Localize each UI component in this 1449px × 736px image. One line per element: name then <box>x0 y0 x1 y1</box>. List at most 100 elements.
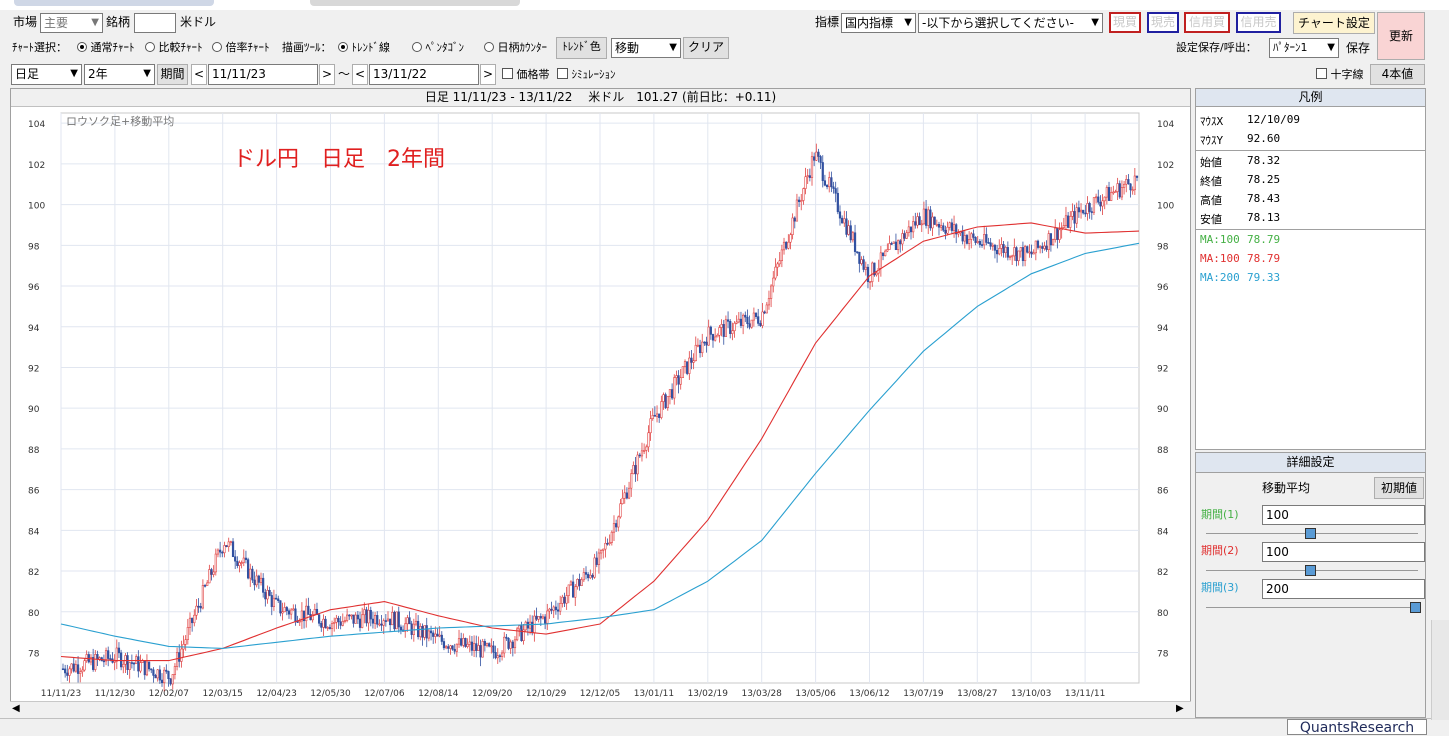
candle-body <box>847 225 850 235</box>
candle-body <box>920 223 923 226</box>
price-band-checkbox[interactable]: 価格帯 <box>502 67 550 83</box>
candle-body <box>671 389 674 399</box>
candle-body <box>188 617 192 628</box>
radio-icon <box>212 42 222 52</box>
window-vertical-scrollbar[interactable] <box>1431 620 1449 720</box>
period3-slider[interactable] <box>1206 607 1418 608</box>
date-from-prev-button[interactable]: < <box>191 64 207 85</box>
save-button[interactable]: 保存 <box>1346 40 1370 56</box>
brand-label: 銘柄 <box>106 15 131 29</box>
radio-ratio-chart[interactable]: 倍率ﾁｬｰﾄ <box>212 40 270 56</box>
period-type-select[interactable]: 日足 ▼ <box>11 64 82 85</box>
period2-input[interactable]: 100 <box>1262 542 1425 562</box>
chart-settings-button[interactable]: チャート設定 <box>1293 12 1375 34</box>
date-to-next-button[interactable]: > <box>480 64 496 85</box>
radio-icon <box>412 42 422 52</box>
trend-color-button[interactable]: ﾄﾚﾝﾄﾞ色 <box>556 37 607 59</box>
radio-day-counter[interactable]: 日柄ｶｳﾝﾀｰ <box>484 40 547 56</box>
candle-body <box>348 614 351 617</box>
brand-code-input[interactable] <box>134 13 176 33</box>
date-from-input[interactable]: 11/11/23 <box>208 64 318 85</box>
candle-body <box>1084 212 1087 215</box>
pattern-select[interactable]: ﾊﾟﾀｰﾝ1 ▼ <box>1269 38 1339 58</box>
period2-slider-handle[interactable] <box>1305 565 1316 576</box>
chart-horizontal-scrollbar[interactable]: ◀ ▶ <box>10 701 1191 718</box>
candle-body <box>662 394 665 402</box>
candle-body <box>759 323 762 326</box>
margin-buy-button[interactable]: 信用買 <box>1184 12 1230 33</box>
candle-body <box>268 589 271 596</box>
move-select[interactable]: 移動 ▼ <box>611 38 681 58</box>
legend-title: 凡例 <box>1196 89 1425 107</box>
candle-body <box>838 211 842 219</box>
date-to-input[interactable]: 13/11/22 <box>369 64 479 85</box>
indicator-select[interactable]: -以下から選択してください- ▼ <box>918 13 1103 33</box>
date-to-prev-button[interactable]: < <box>352 64 368 85</box>
candle-body <box>830 177 833 188</box>
candle-body <box>1039 246 1042 248</box>
simulation-checkbox[interactable]: ｼﾐｭﾚｰｼｮﾝ <box>557 67 616 83</box>
radio-normal-chart[interactable]: 通常ﾁｬｰﾄ <box>77 40 135 56</box>
scroll-right-icon[interactable]: ▶ <box>1176 703 1184 714</box>
candle-body <box>985 234 988 243</box>
candle-body <box>615 523 618 528</box>
candle-body <box>281 611 284 614</box>
candle-body <box>1097 196 1100 203</box>
candle-body <box>184 639 187 645</box>
candle-body <box>864 266 867 270</box>
candle-body <box>358 618 362 628</box>
candle-body <box>132 662 136 665</box>
period3-slider-handle[interactable] <box>1410 602 1421 613</box>
candle-body <box>808 175 811 178</box>
candle-body <box>957 232 960 235</box>
candle-body <box>731 330 734 334</box>
update-button[interactable]: 更新 <box>1377 12 1425 60</box>
scroll-left-icon[interactable]: ◀ <box>12 703 20 714</box>
candle-body <box>617 516 620 528</box>
candle-body <box>240 562 243 564</box>
crosshair-checkbox[interactable]: 十字線 <box>1316 67 1364 83</box>
candle-body <box>479 645 482 658</box>
period3-input[interactable]: 200 <box>1262 579 1425 599</box>
spot-sell-button[interactable]: 現売 <box>1147 12 1179 33</box>
market-select[interactable]: 主要 ▼ <box>40 13 103 33</box>
candle-body <box>698 344 702 354</box>
candle-body <box>716 334 719 338</box>
candle-body <box>677 375 680 385</box>
candle-body <box>76 664 80 674</box>
radio-pentagon[interactable]: ﾍﾟﾝﾀｺﾞﾝ <box>412 40 464 56</box>
candle-body <box>987 242 990 244</box>
candle-body <box>587 574 590 579</box>
four-values-button[interactable]: 4本値 <box>1370 64 1425 85</box>
reset-defaults-button[interactable]: 初期値 <box>1374 477 1424 499</box>
radio-compare-chart[interactable]: 比較ﾁｬｰﾄ <box>145 40 203 56</box>
date-from-next-button[interactable]: > <box>319 64 335 85</box>
candle-body <box>397 611 400 628</box>
candle-body <box>257 575 260 583</box>
candle-body <box>160 679 164 684</box>
span-select[interactable]: 2年 ▼ <box>84 64 155 85</box>
y-tick-label-left: 86 <box>28 487 40 497</box>
margin-sell-button[interactable]: 信用売 <box>1236 12 1281 33</box>
clear-button[interactable]: クリア <box>683 37 729 59</box>
candle-body <box>754 312 758 317</box>
candle-body <box>294 608 297 622</box>
candle-body <box>496 655 499 659</box>
candle-body <box>782 241 786 251</box>
candle-body <box>115 647 118 662</box>
period1-slider-handle[interactable] <box>1305 528 1316 539</box>
candle-body <box>389 618 392 626</box>
price-chart[interactable]: 104 104 102 102 100 100 98 98 96 96 94 94 92 92 90 90 88… <box>11 108 1190 701</box>
candle-body <box>505 636 508 639</box>
period1-input[interactable]: 100 <box>1262 505 1425 525</box>
candle-body <box>421 626 424 638</box>
chart-inner-label: ロウソク足+移動平均 <box>66 114 174 128</box>
candle-body <box>460 638 463 646</box>
candle-body <box>563 596 566 604</box>
period-button[interactable]: 期間 <box>157 64 188 85</box>
candle-body <box>1026 246 1029 253</box>
candle-body <box>395 611 398 630</box>
radio-trend-line[interactable]: ﾄﾚﾝﾄﾞ線 <box>338 40 390 56</box>
indicator-type-select[interactable]: 国内指標 ▼ <box>841 13 916 33</box>
spot-buy-button[interactable]: 現買 <box>1109 12 1141 33</box>
